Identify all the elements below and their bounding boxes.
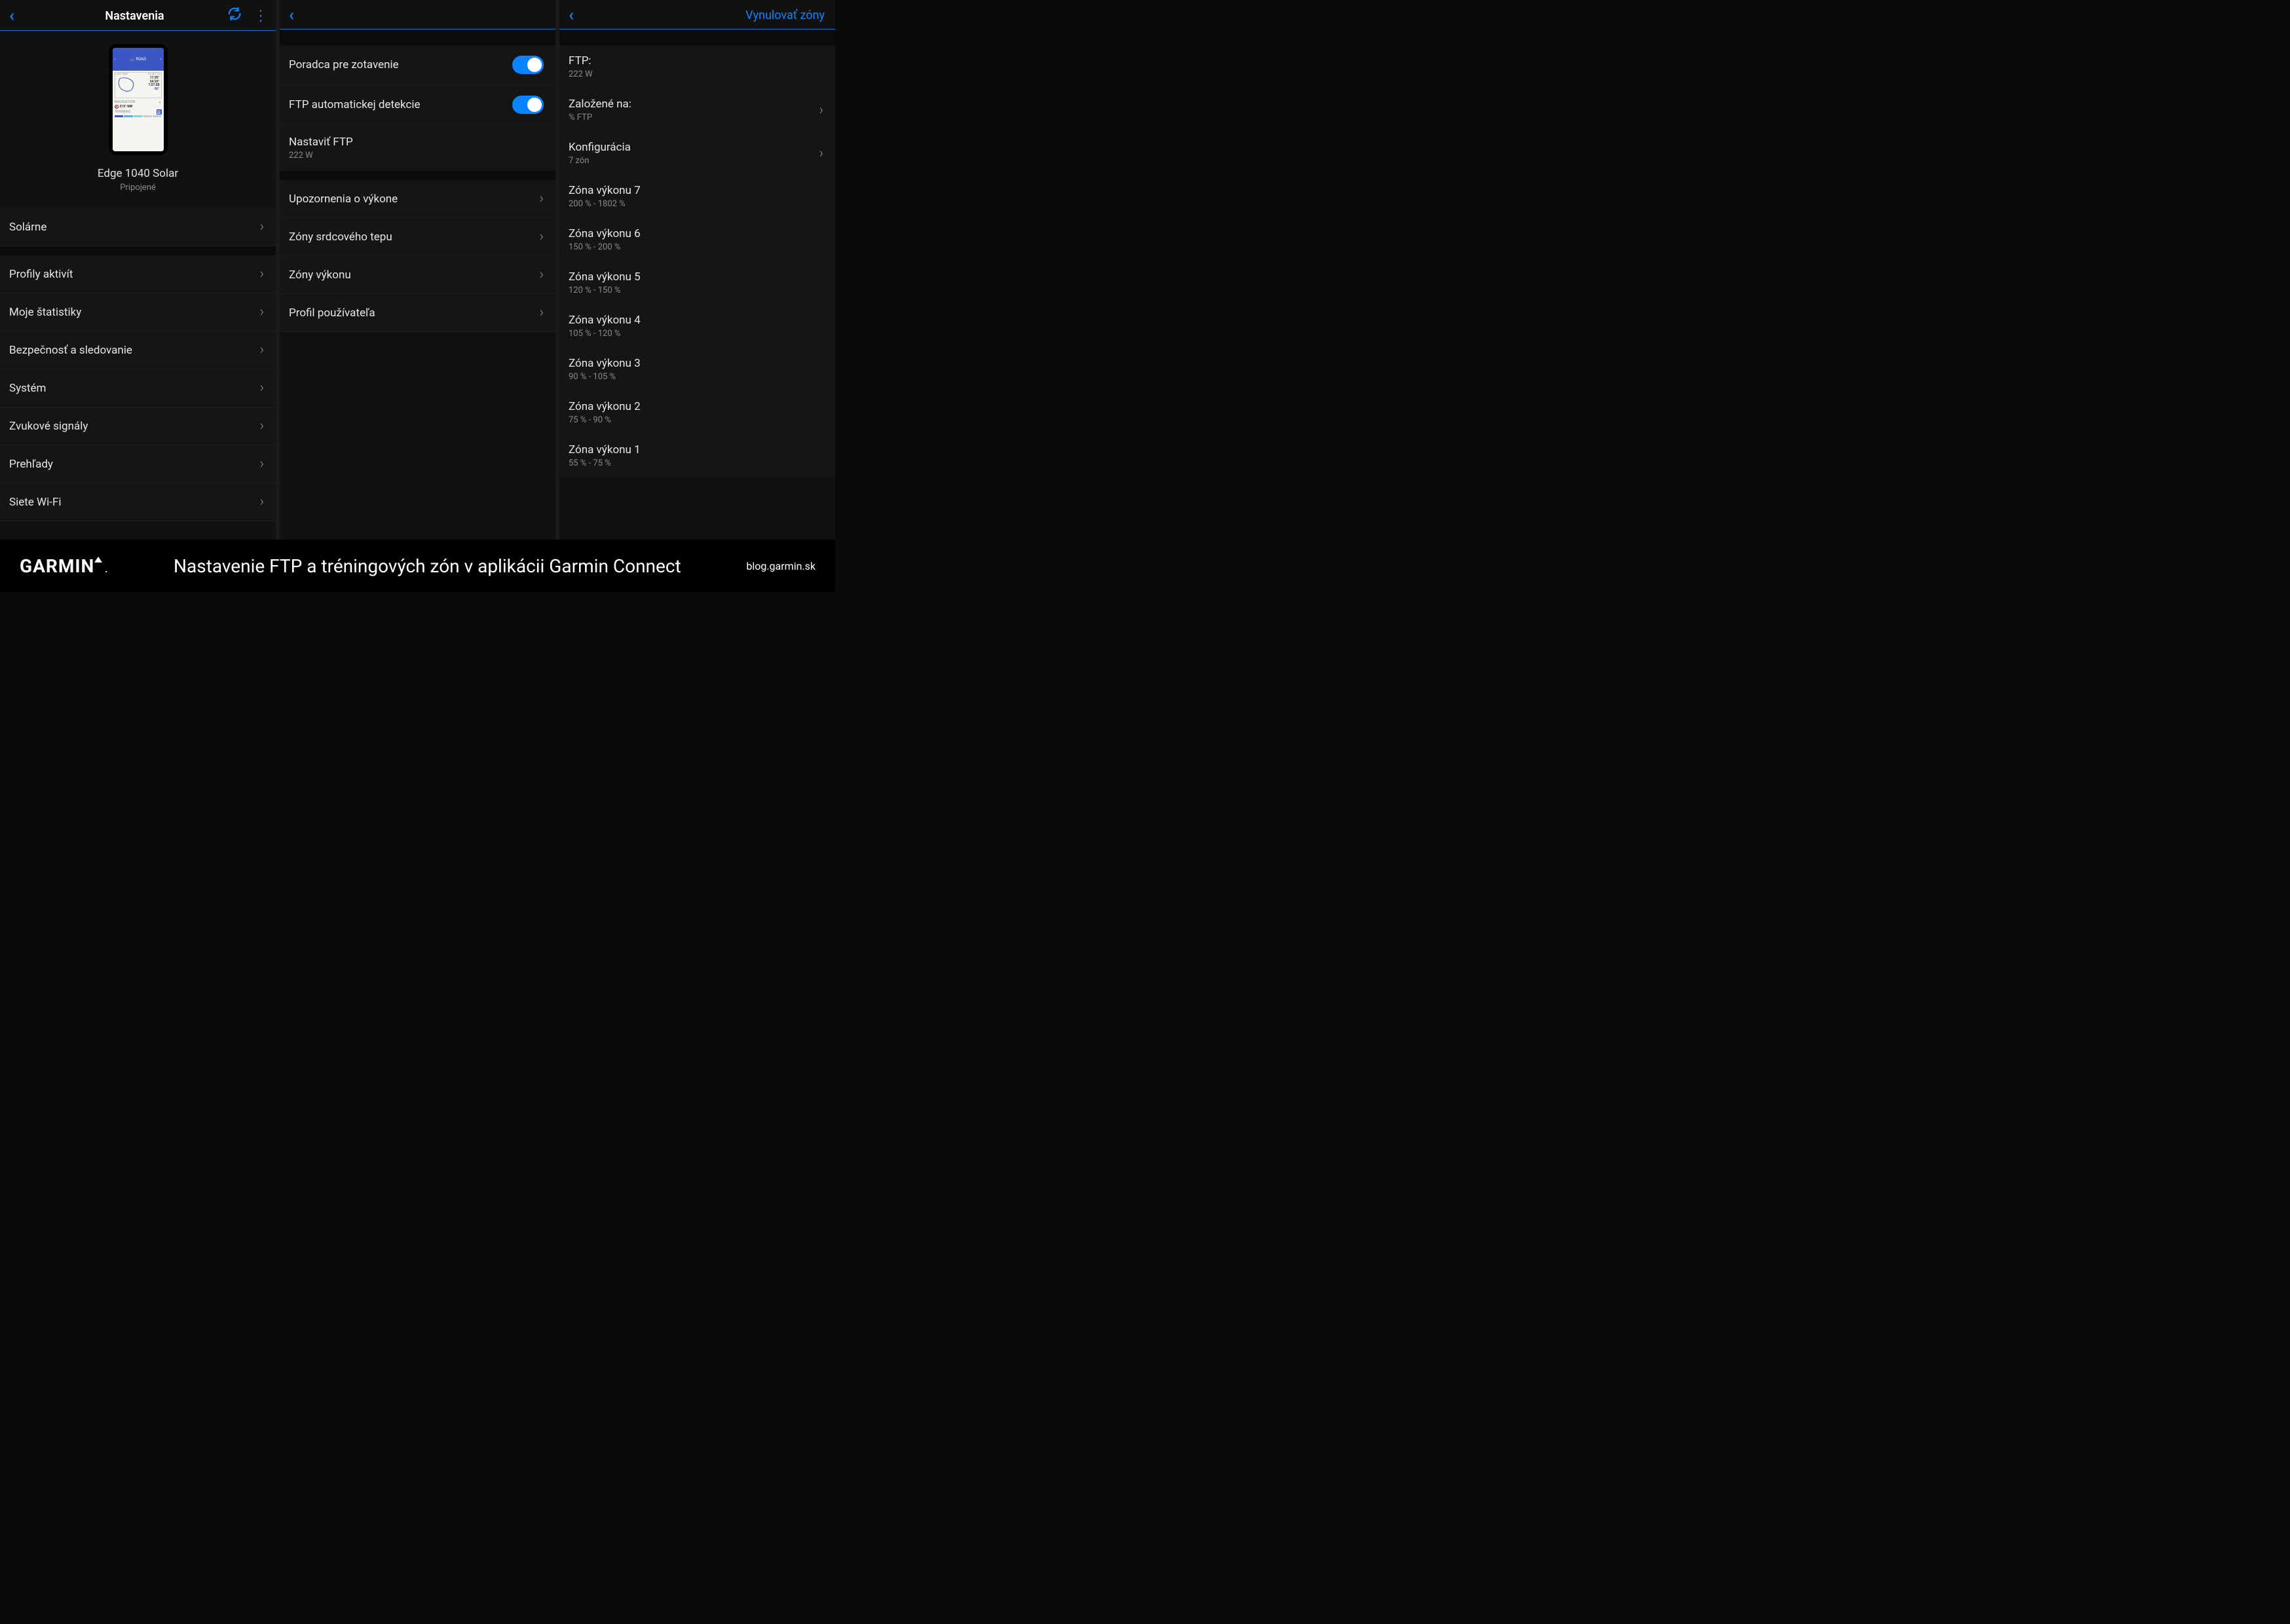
- garmin-logo: GARMIN.: [20, 555, 108, 577]
- row-audio[interactable]: Zvukové signály ›: [0, 407, 276, 445]
- device-name: Edge 1040 Solar: [0, 167, 276, 180]
- row-config[interactable]: Konfigurácia 7 zón ›: [559, 132, 835, 175]
- back-icon[interactable]: ‹: [9, 7, 14, 24]
- chevron-right-icon: ›: [539, 229, 544, 245]
- row-set-ftp[interactable]: Nastaviť FTP 222 W: [280, 125, 555, 171]
- chevron-right-icon: ›: [259, 266, 264, 282]
- settings-list: Solárne › Profily aktivít › Moje štatist…: [0, 208, 276, 521]
- chevron-right-icon: ›: [539, 267, 544, 283]
- row-zone-4[interactable]: Zóna výkonu 4 105 % - 120 %: [559, 304, 835, 348]
- power-list: Poradca pre zotavenie FTP automatickej d…: [280, 45, 555, 332]
- row-solar[interactable]: Solárne ›: [0, 208, 276, 246]
- chevron-right-icon: ›: [259, 304, 264, 320]
- reset-zones-link[interactable]: Vynulovať zóny: [745, 9, 825, 22]
- row-power-zones[interactable]: Zóny výkonu ›: [280, 256, 555, 294]
- row-activity-profiles[interactable]: Profily aktivít ›: [0, 255, 276, 293]
- chevron-right-icon: ›: [259, 494, 264, 510]
- chevron-right-icon: ›: [259, 456, 264, 472]
- device-image: ‹ 🚲 ROAD › LAST RIDE 21 OCT 22 17.: [109, 44, 168, 155]
- row-recovery-advisor: Poradca pre zotavenie: [280, 45, 555, 85]
- chevron-right-icon: ›: [539, 191, 544, 207]
- row-system[interactable]: Systém ›: [0, 369, 276, 407]
- row-zone-1[interactable]: Zóna výkonu 1 55 % - 75 %: [559, 434, 835, 477]
- header: ‹ Nastavenia ⋮: [0, 0, 276, 31]
- toggle-recovery[interactable]: [512, 56, 544, 74]
- row-ftp-auto: FTP automatickej detekcie: [280, 85, 555, 125]
- row-zone-6[interactable]: Zóna výkonu 6 150 % - 200 %: [559, 218, 835, 261]
- row-based-on[interactable]: Založené na: % FTP ›: [559, 88, 835, 132]
- panel-settings: ‹ Nastavenia ⋮ ‹: [0, 0, 276, 540]
- panel-power-settings: ‹ Poradca pre zotavenie FTP automatickej…: [280, 0, 555, 540]
- row-my-stats[interactable]: Moje štatistiky ›: [0, 293, 276, 331]
- row-zone-2[interactable]: Zóna výkonu 2 75 % - 90 %: [559, 391, 835, 434]
- row-zone-3[interactable]: Zóna výkonu 3 90 % - 105 %: [559, 348, 835, 391]
- sync-icon[interactable]: [227, 7, 242, 25]
- back-icon[interactable]: ‹: [569, 7, 574, 24]
- back-icon[interactable]: ‹: [289, 7, 294, 24]
- chevron-right-icon: ›: [539, 304, 544, 321]
- page-title: Nastavenia: [42, 9, 227, 23]
- panel-power-zones: ‹ Vynulovať zóny FTP: 222 W Založené na:…: [559, 0, 835, 540]
- row-ftp-display[interactable]: FTP: 222 W: [559, 45, 835, 88]
- chevron-right-icon: ›: [259, 380, 264, 396]
- row-user-profile[interactable]: Profil používateľa ›: [280, 294, 555, 332]
- row-wifi[interactable]: Siete Wi-Fi ›: [0, 483, 276, 521]
- device-block: ‹ 🚲 ROAD › LAST RIDE 21 OCT 22 17.: [0, 31, 276, 208]
- row-power-alerts[interactable]: Upozornenia o výkone ›: [280, 180, 555, 218]
- banner-site: blog.garmin.sk: [746, 560, 816, 572]
- header: ‹: [280, 0, 555, 29]
- footer-banner: GARMIN. Nastavenie FTP a tréningových zó…: [0, 540, 835, 592]
- chevron-right-icon: ›: [259, 418, 264, 434]
- chevron-right-icon: ›: [819, 145, 823, 162]
- chevron-right-icon: ›: [819, 102, 823, 119]
- chevron-right-icon: ›: [259, 219, 264, 235]
- row-hr-zones[interactable]: Zóny srdcového tepu ›: [280, 218, 555, 256]
- device-status: Pripojené: [0, 183, 276, 193]
- banner-caption: Nastavenie FTP a tréningových zón v apli…: [126, 555, 728, 577]
- row-glances[interactable]: Prehľady ›: [0, 445, 276, 483]
- toggle-ftp-auto[interactable]: [512, 96, 544, 114]
- row-safety[interactable]: Bezpečnosť a sledovanie ›: [0, 331, 276, 369]
- zones-list: FTP: 222 W Založené na: % FTP › Konfigur…: [559, 45, 835, 477]
- row-zone-7[interactable]: Zóna výkonu 7 200 % - 1802 %: [559, 175, 835, 218]
- chevron-right-icon: ›: [259, 342, 264, 358]
- header: ‹ Vynulovať zóny: [559, 0, 835, 29]
- more-icon[interactable]: ⋮: [253, 8, 267, 24]
- row-zone-5[interactable]: Zóna výkonu 5 120 % - 150 %: [559, 261, 835, 304]
